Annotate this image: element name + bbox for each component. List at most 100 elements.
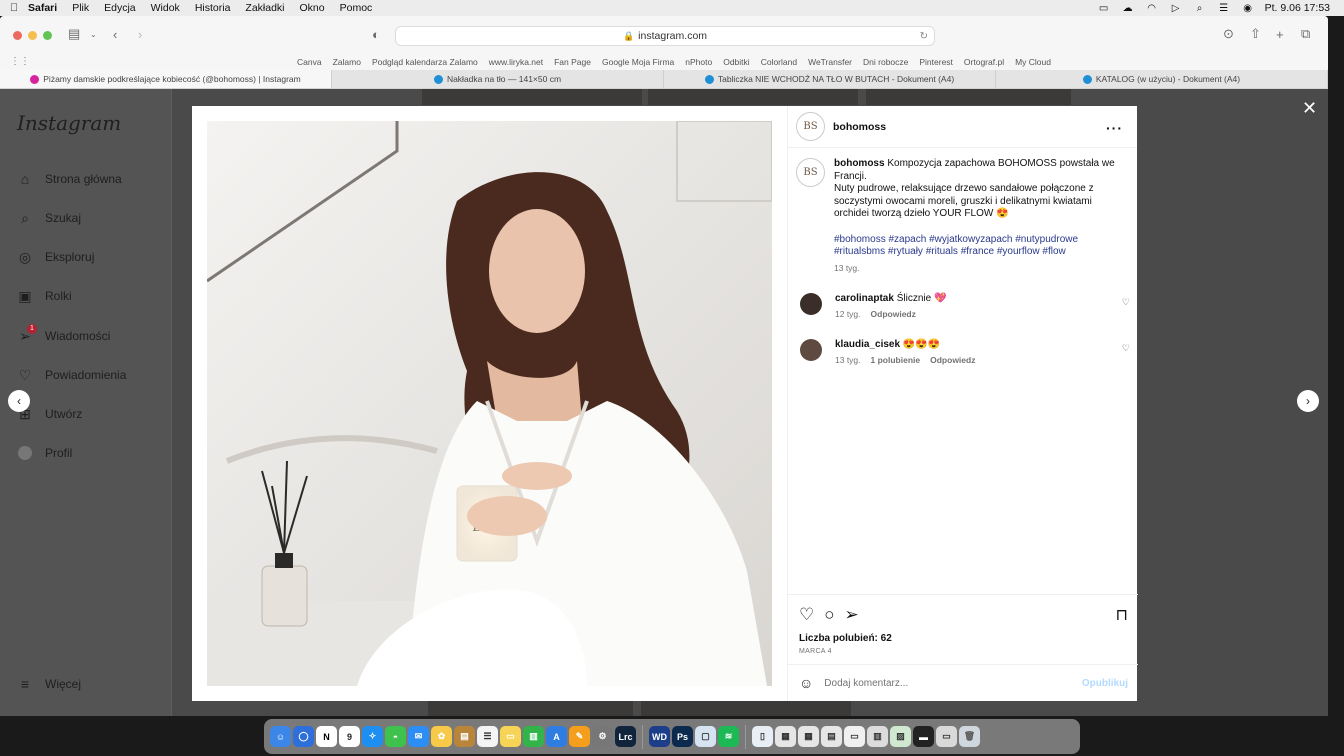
caption-username[interactable]: bohomoss bbox=[834, 158, 885, 169]
next-post-button[interactable]: › bbox=[1297, 390, 1319, 412]
downloads-icon[interactable]: ⊙ bbox=[1223, 26, 1234, 42]
tab-canva-overlay[interactable]: Nakładka na tło — 141×50 cm bbox=[332, 70, 664, 88]
emoji-picker-icon[interactable]: ☺ bbox=[799, 675, 813, 691]
save-bookmark-icon[interactable]: ⊓ bbox=[1116, 605, 1128, 625]
nav-profile[interactable]: Profil bbox=[17, 445, 72, 461]
caption-avatar[interactable]: BS bbox=[796, 158, 825, 187]
tab-canva-catalog[interactable]: KATALOG (w użyciu) - Dokument (A4) bbox=[996, 70, 1328, 88]
apple-icon[interactable]:  bbox=[0, 2, 28, 14]
minimize-window-button[interactable] bbox=[28, 31, 37, 40]
nav-explore[interactable]: ◎ Eksploruj bbox=[17, 249, 94, 265]
bookmark-item[interactable]: Dni robocze bbox=[863, 57, 908, 67]
share-paper-plane-icon[interactable]: ➢ bbox=[845, 605, 859, 625]
instagram-logo[interactable]: Instagram bbox=[17, 111, 121, 135]
close-window-button[interactable] bbox=[13, 31, 22, 40]
tab-canva-sign[interactable]: Tabliczka NIE WCHODŹ NA TŁO W BUTACH - D… bbox=[664, 70, 996, 88]
document-icon[interactable]: ▥ bbox=[867, 726, 888, 747]
creative-cloud-icon[interactable]: ☁ bbox=[1121, 3, 1135, 14]
wd-discovery-icon[interactable]: WD bbox=[649, 726, 670, 747]
bookmark-item[interactable]: Colorland bbox=[761, 57, 797, 67]
post-photo[interactable]: BS bbox=[207, 121, 772, 686]
menubar-clock[interactable]: Pt. 9.06 17:53 bbox=[1265, 2, 1330, 14]
menu-item-file[interactable]: Plik bbox=[72, 2, 89, 14]
bookmark-item[interactable]: Zalamo bbox=[333, 57, 361, 67]
share-icon[interactable]: ⇧ bbox=[1250, 26, 1261, 42]
lightroom-classic-icon[interactable]: Lrc bbox=[615, 726, 636, 747]
bookmark-item[interactable]: WeTransfer bbox=[808, 57, 852, 67]
privacy-shield-icon[interactable]: ◐ bbox=[372, 26, 380, 42]
likes-count[interactable]: Liczba polubień: 62 bbox=[799, 633, 892, 644]
calendar-icon[interactable]: 9 bbox=[339, 726, 360, 747]
menu-item-history[interactable]: Historia bbox=[195, 2, 231, 14]
menu-app-name[interactable]: Safari bbox=[28, 2, 57, 14]
pages-icon[interactable]: ✎ bbox=[569, 726, 590, 747]
bookmark-item[interactable]: Podgląd kalendarza Zalamo bbox=[372, 57, 478, 67]
close-modal-button[interactable]: ✕ bbox=[1302, 98, 1317, 119]
like-comment-icon[interactable]: ♡ bbox=[1122, 297, 1130, 308]
preview-icon[interactable]: ▢ bbox=[695, 726, 716, 747]
nav-notifications[interactable]: ♡ Powiadomienia bbox=[17, 367, 127, 383]
document-icon[interactable]: ▨ bbox=[890, 726, 911, 747]
menu-item-view[interactable]: Widok bbox=[151, 2, 180, 14]
reload-icon[interactable]: ↻ bbox=[920, 31, 928, 42]
comment-likes-link[interactable]: 1 polubienie bbox=[871, 355, 921, 365]
spotify-icon[interactable]: ≋ bbox=[718, 726, 739, 747]
menu-item-bookmarks[interactable]: Zakładki bbox=[245, 2, 284, 14]
comment-bubble-icon[interactable]: ○ bbox=[824, 605, 834, 625]
document-icon[interactable]: ▭ bbox=[936, 726, 957, 747]
messages-icon[interactable]: ◓ bbox=[385, 726, 406, 747]
more-options-icon[interactable]: ··· bbox=[1106, 120, 1123, 136]
terminal-icon[interactable]: ▬ bbox=[913, 726, 934, 747]
wifi-icon[interactable]: ◠ bbox=[1145, 3, 1159, 14]
bookmark-item[interactable]: Canva bbox=[297, 57, 322, 67]
menu-item-edit[interactable]: Edycja bbox=[104, 2, 136, 14]
author-username[interactable]: bohomoss bbox=[833, 121, 886, 133]
signal-icon[interactable]: ◯ bbox=[293, 726, 314, 747]
commenter-avatar[interactable] bbox=[800, 293, 822, 315]
wd-icon[interactable]: ▭ bbox=[1097, 3, 1111, 14]
document-icon[interactable]: ▭ bbox=[844, 726, 865, 747]
finder-icon[interactable]: ☺ bbox=[270, 726, 291, 747]
bookmark-item[interactable]: Ortograf.pl bbox=[964, 57, 1004, 67]
menu-item-window[interactable]: Okno bbox=[300, 2, 325, 14]
bookmark-item[interactable]: Pinterest bbox=[919, 57, 953, 67]
publish-comment-button[interactable]: Opublikuj bbox=[1082, 678, 1128, 689]
bookmark-item[interactable]: Fan Page bbox=[554, 57, 591, 67]
nav-home[interactable]: ⌂ Strona główna bbox=[17, 171, 122, 187]
nav-more[interactable]: ≡ Więcej bbox=[17, 676, 81, 692]
folder-icon[interactable]: ▦ bbox=[798, 726, 819, 747]
bookmark-item[interactable]: nPhoto bbox=[685, 57, 712, 67]
nav-search[interactable]: ⌕ Szukaj bbox=[17, 210, 81, 226]
comment-input[interactable]: Dodaj komentarz... bbox=[824, 678, 908, 689]
bookmark-item[interactable]: Google Moja Firma bbox=[602, 57, 674, 67]
nav-reels[interactable]: ▣ Rolki bbox=[17, 288, 71, 304]
sidebar-toggle-icon[interactable]: ▤ bbox=[68, 26, 80, 42]
safari-icon[interactable]: ✧ bbox=[362, 726, 383, 747]
siri-icon[interactable]: ◉ bbox=[1241, 3, 1255, 14]
tab-instagram[interactable]: Piżamy damskie podkreślające kobiecość (… bbox=[0, 70, 332, 88]
comment-username[interactable]: carolinaptak bbox=[835, 293, 894, 304]
nav-messages[interactable]: ➢ 1 Wiadomości bbox=[17, 324, 110, 344]
forward-icon[interactable]: › bbox=[138, 26, 142, 42]
address-bar[interactable]: 🔒 instagram.com ↻ bbox=[395, 26, 935, 46]
document-icon[interactable]: ▤ bbox=[821, 726, 842, 747]
app-store-icon[interactable]: A bbox=[546, 726, 567, 747]
contacts-icon[interactable]: ▤ bbox=[454, 726, 475, 747]
system-settings-icon[interactable]: ⚙ bbox=[592, 726, 613, 747]
bookmark-item[interactable]: www.liryka.net bbox=[489, 57, 543, 67]
caption-hashtags[interactable]: #bohomoss #zapach #wyjatkowyzapach #nuty… bbox=[834, 234, 1124, 259]
commenter-avatar[interactable] bbox=[800, 339, 822, 361]
mail-icon[interactable]: ✉ bbox=[408, 726, 429, 747]
bookmark-item[interactable]: My Cloud bbox=[1015, 57, 1051, 67]
numbers-icon[interactable]: ▥ bbox=[523, 726, 544, 747]
reply-link[interactable]: Odpowiedz bbox=[930, 355, 975, 365]
reminders-icon[interactable]: ☰ bbox=[477, 726, 498, 747]
reply-link[interactable]: Odpowiedz bbox=[871, 309, 916, 319]
folder-icon[interactable]: ▦ bbox=[775, 726, 796, 747]
folder-icon[interactable]: ▯ bbox=[752, 726, 773, 747]
bookmark-item[interactable]: Odbitki bbox=[723, 57, 749, 67]
trash-icon[interactable]: 🗑 bbox=[959, 726, 980, 747]
comment-username[interactable]: klaudia_cisek bbox=[835, 339, 900, 350]
menu-item-help[interactable]: Pomoc bbox=[340, 2, 373, 14]
zoom-window-button[interactable] bbox=[43, 31, 52, 40]
